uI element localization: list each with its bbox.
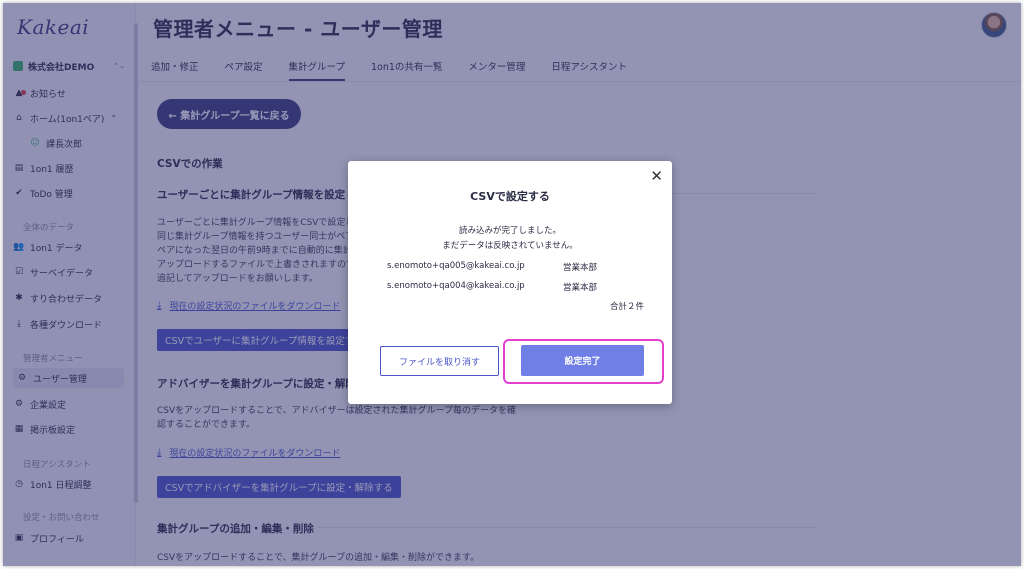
user-email: s.enomoto+qa005@kakeai.co.jp [387, 261, 525, 271]
total-count: 合計２件 [609, 302, 644, 312]
user-department: 営業本部 [563, 263, 598, 273]
dialog-message-not-applied: まだデータは反映されていません。 [442, 241, 578, 251]
dialog-message-loaded: 読み込みが完了しました。 [458, 226, 561, 236]
list-item: s.enomoto+qa004@kakeai.co.jp 営業本部 [387, 281, 647, 293]
cancel-file-button[interactable]: ファイルを取り消す [380, 346, 499, 376]
user-email: s.enomoto+qa004@kakeai.co.jp [387, 281, 525, 291]
user-department: 営業本部 [563, 283, 598, 293]
highlight-box [503, 339, 664, 384]
dialog-title: CSVで設定する [470, 190, 550, 203]
app-window: Kakeai 株式会社DEMO ⌃⌄ ▲ お知らせ ⌂ ホーム(1on1ペア) … [3, 3, 1021, 566]
list-item: s.enomoto+qa005@kakeai.co.jp 営業本部 [387, 261, 647, 273]
close-icon[interactable]: ✕ [650, 167, 663, 185]
